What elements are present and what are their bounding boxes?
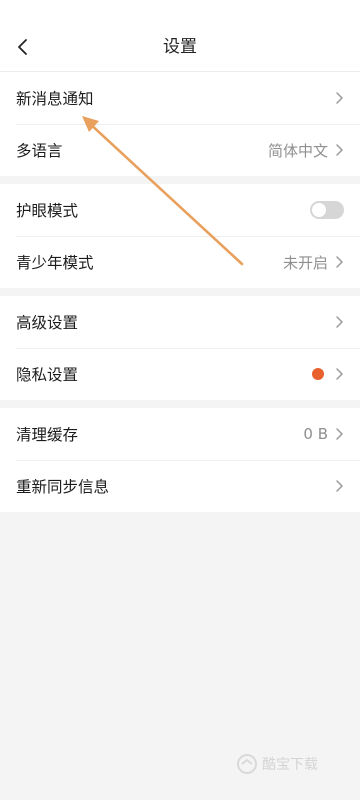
- chevron-right-icon: [336, 316, 343, 328]
- watermark-text: 酷宝下载: [262, 757, 318, 773]
- row-label: 重新同步信息: [16, 478, 110, 496]
- row-eye-protection: 护眼模式: [0, 184, 360, 236]
- chevron-right-icon: [336, 144, 343, 156]
- row-clear-cache[interactable]: 清理缓存 0 B: [0, 408, 360, 460]
- row-youth-mode[interactable]: 青少年模式 未开启: [0, 236, 360, 288]
- chevron-right-icon: [336, 480, 343, 492]
- row-label: 青少年模式: [16, 254, 94, 272]
- watermark-icon: [237, 754, 257, 774]
- youth-mode-value: 未开启: [282, 253, 328, 272]
- settings-group-advanced: 高级设置 隐私设置: [0, 296, 360, 400]
- top-bar: 设置: [0, 0, 360, 72]
- chevron-right-icon: [336, 368, 343, 380]
- row-label: 高级设置: [16, 314, 79, 332]
- row-label: 护眼模式: [16, 202, 79, 220]
- row-advanced-settings[interactable]: 高级设置: [0, 296, 360, 348]
- page-title: 设置: [163, 37, 197, 57]
- chevron-right-icon: [336, 92, 343, 104]
- row-label: 新消息通知: [16, 90, 94, 108]
- watermark-logo: 酷宝下载: [236, 744, 346, 784]
- toggle-knob: [312, 203, 326, 217]
- row-label: 多语言: [16, 142, 63, 160]
- settings-group-data: 清理缓存 0 B 重新同步信息: [0, 408, 360, 512]
- chevron-right-icon: [336, 428, 343, 440]
- eye-protection-toggle[interactable]: [310, 201, 344, 219]
- cache-size-value: 0 B: [303, 425, 328, 443]
- row-language[interactable]: 多语言 简体中文: [0, 124, 360, 176]
- settings-group-notifications: 新消息通知 多语言 简体中文: [0, 72, 360, 176]
- row-privacy-settings[interactable]: 隐私设置: [0, 348, 360, 400]
- notification-dot: [312, 368, 324, 380]
- row-resync-info[interactable]: 重新同步信息: [0, 460, 360, 512]
- row-label: 清理缓存: [16, 426, 79, 444]
- row-new-message-notification[interactable]: 新消息通知: [0, 72, 360, 124]
- row-label: 隐私设置: [16, 366, 79, 384]
- language-value: 简体中文: [267, 141, 328, 160]
- chevron-right-icon: [336, 256, 343, 268]
- settings-group-modes: 护眼模式 青少年模式 未开启: [0, 184, 360, 288]
